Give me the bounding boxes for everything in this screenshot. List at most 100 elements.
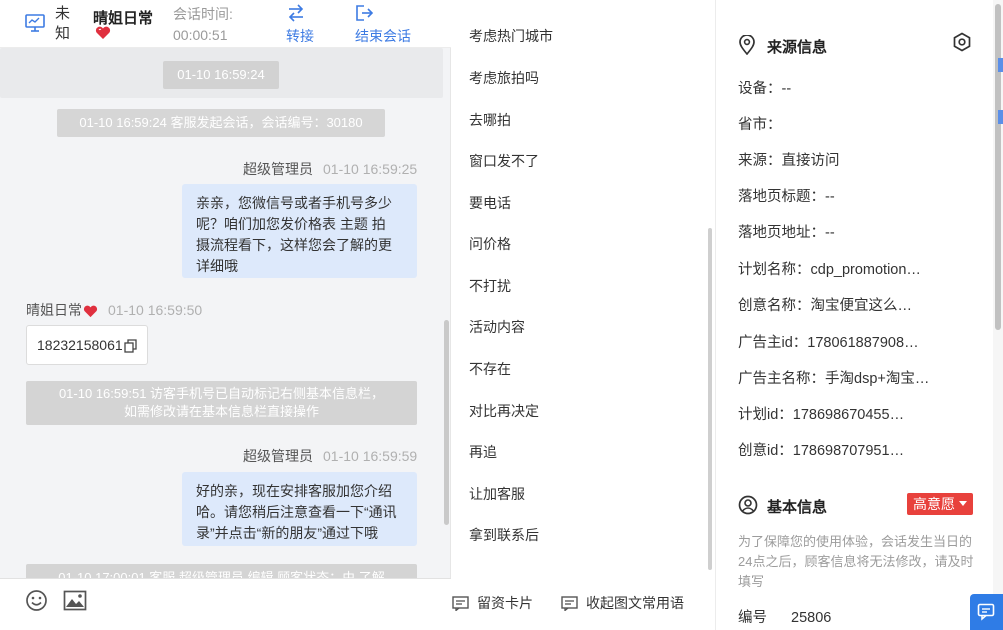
message-time: 01-10 16:59:50 xyxy=(108,302,203,318)
visitor-message-bubble[interactable]: 18232158061 xyxy=(26,325,148,365)
transfer-icon xyxy=(288,4,304,22)
visitor-info-panel: 来源信息 设备：-- 省市： 来源：直接访问 落地页标题：-- 落地页地址：--… xyxy=(715,0,993,630)
basic-info-label: 基本信息 xyxy=(767,499,828,516)
chat-bubble-icon xyxy=(977,603,995,621)
user-icon xyxy=(738,495,758,515)
message-meta: 超级管理员 01-10 16:59:59 xyxy=(243,446,417,466)
quick-reply-item[interactable]: 不打扰 xyxy=(469,276,511,296)
location-pin-icon xyxy=(739,35,755,55)
quick-reply-item[interactable]: 窗口发不了 xyxy=(469,151,539,171)
settings-icon[interactable] xyxy=(952,32,972,52)
info-row-creative-name: 创意名称：淘宝便宜这么多啊 xyxy=(738,298,920,314)
message-meta: 晴姐日常 01-10 16:59:50 xyxy=(26,300,202,320)
collapse-phrases-label: 收起图文常用语 xyxy=(586,595,684,611)
transfer-label: 转接 xyxy=(286,28,314,44)
visitor-id-label: 编号 xyxy=(738,610,767,626)
message-line: 呢？咱们加您发价格表 主题 拍 xyxy=(196,216,386,232)
collapse-phrases-button[interactable]: 收起图文常用语 xyxy=(561,593,684,613)
message-icon xyxy=(561,596,578,612)
info-row-source: 来源：直接访问 xyxy=(738,153,840,169)
visitor-name: 晴姐日常 xyxy=(93,10,154,27)
info-row-landing-title: 落地页标题：-- xyxy=(738,189,835,205)
info-row-advertiser-name: 广告主名称：手淘dsp+淘宝特价 xyxy=(738,371,940,387)
quick-reply-footer: 留资卡片 收起图文常用语 xyxy=(452,578,714,630)
quick-reply-item[interactable]: 不存在 xyxy=(469,359,511,379)
sender-name: 超级管理员 xyxy=(243,448,313,464)
quick-reply-item[interactable]: 考虑热门城市 xyxy=(469,26,553,46)
visitor-id-row: 编号 25806 xyxy=(738,606,831,627)
device-label: 未知 xyxy=(55,5,71,42)
time-pill: 01-10 16:59:24 xyxy=(163,61,279,89)
info-row-plan-id: 计划id：1786986704550000 xyxy=(738,407,908,423)
message-time: 01-10 16:59:25 xyxy=(323,161,418,177)
card-icon xyxy=(452,596,469,612)
system-message-session-start: 01-10 16:59:24 客服发起会话，会话编号：30180 xyxy=(57,109,385,137)
message-line: 亲亲，您微信号或者手机号多少 xyxy=(196,195,392,211)
agent-message-bubble: 亲亲，您微信号或者手机号多少 呢？咱们加您发价格表 主题 拍 摄流程看下，这样您… xyxy=(182,184,417,278)
quick-reply-item[interactable]: 再追 xyxy=(469,442,497,462)
basic-info-title: 基本信息 xyxy=(738,495,858,516)
phone-number: 18232158061 xyxy=(37,337,123,353)
system-message-line: 如需修改请在基本信息栏直接操作 xyxy=(123,404,319,419)
sender-name: 超级管理员 xyxy=(243,161,313,177)
message-time: 01-10 16:59:59 xyxy=(323,448,418,464)
info-row-plan-name: 计划名称：cdp_promotion_plan xyxy=(738,262,922,278)
end-session-label: 结束会话 xyxy=(355,28,411,44)
chat-scrollbar[interactable] xyxy=(444,320,449,525)
heart-icon xyxy=(83,305,98,317)
quick-reply-item[interactable]: 去哪拍 xyxy=(469,110,511,130)
info-row-advertiser-id: 广告主id：1780618879080000 xyxy=(738,335,924,351)
emoji-icon[interactable] xyxy=(25,589,48,612)
message-line: 录”并点击“新的朋友”通过下哦 xyxy=(196,525,378,541)
heart-icon xyxy=(95,26,111,39)
agent-message-bubble: 好的亲，现在安排客服加您介绍 哈。请您稍后注意查看一下“通讯 录”并点击“新的朋… xyxy=(182,472,417,546)
info-row-landing-url: 落地页地址：-- xyxy=(738,225,835,241)
session-time-label: 会话时间: xyxy=(173,6,233,22)
monitor-icon xyxy=(25,14,45,32)
quick-reply-item[interactable]: 对比再决定 xyxy=(469,401,539,421)
info-row-province: 省市： xyxy=(738,117,782,133)
quick-reply-item[interactable]: 问价格 xyxy=(469,234,511,254)
info-row-device: 设备：-- xyxy=(738,81,792,97)
chat-header: 未知 晴姐日常 会话时间: 00:00:51 转接 结束会话 xyxy=(0,0,451,48)
chat-toolbar xyxy=(0,578,451,630)
quick-reply-item[interactable]: 拿到联系后 xyxy=(469,525,539,545)
source-info-title: 来源信息 xyxy=(738,35,858,56)
logout-icon xyxy=(356,5,374,21)
transfer-button[interactable]: 转接 xyxy=(286,2,326,46)
system-message-phone-tagged: 01-10 16:59:51 访客手机号已自动标记右侧基本信息栏， 如需修改请在… xyxy=(26,381,417,425)
lead-card-button[interactable]: 留资卡片 xyxy=(452,593,533,613)
quick-reply-item[interactable]: 考虑旅拍吗 xyxy=(469,68,539,88)
message-line: 摄流程看下，这样您会了解的更 xyxy=(196,237,392,253)
sender-name: 晴姐日常 xyxy=(26,302,82,318)
image-icon[interactable] xyxy=(63,590,87,611)
system-message-status-edit: 01-10 17:00:01 客服 超级管理员 编辑 顾客状态：由 了解 xyxy=(26,564,417,578)
quick-reply-item[interactable]: 要电话 xyxy=(469,193,511,213)
session-time-value: 00:00:51 xyxy=(173,27,228,43)
edit-notice: 为了保障您的使用体验，会话发生当日的24点之后，顾客信息将无法修改，请及时填写 xyxy=(738,534,974,589)
intent-level-label: 高意愿 xyxy=(913,496,955,512)
end-session-button[interactable]: 结束会话 xyxy=(355,2,425,46)
page-scrollbar-thumb[interactable] xyxy=(995,4,1001,330)
quick-reply-scrollbar[interactable] xyxy=(708,228,712,570)
quick-reply-item[interactable]: 让加客服 xyxy=(469,484,525,504)
intent-level-dropdown[interactable]: 高意愿 xyxy=(907,493,973,515)
quick-reply-item[interactable]: 活动内容 xyxy=(469,317,525,337)
chat-float-button[interactable] xyxy=(970,594,1003,630)
lead-card-label: 留资卡片 xyxy=(477,595,533,611)
message-line: 好的亲，现在安排客服加您介绍 xyxy=(196,483,392,499)
message-line: 详细哦 xyxy=(196,258,238,274)
visitor-id-value: 25806 xyxy=(791,610,832,626)
time-banner: 01-10 16:59:24 xyxy=(0,48,443,98)
system-message-line: 01-10 16:59:51 访客手机号已自动标记右侧基本信息栏， xyxy=(58,386,385,401)
copy-icon[interactable] xyxy=(124,339,137,353)
message-list[interactable]: 01-10 16:59:24 01-10 16:59:24 客服发起会话，会话编… xyxy=(0,48,451,578)
quick-reply-panel: 考虑热门城市 考虑旅拍吗 去哪拍 窗口发不了 要电话 问价格 不打扰 活动内容 … xyxy=(452,0,714,630)
message-meta: 超级管理员 01-10 16:59:25 xyxy=(243,159,417,179)
edge-indicator xyxy=(998,58,1003,72)
chat-panel: 未知 晴姐日常 会话时间: 00:00:51 转接 结束会话 01-10 16:… xyxy=(0,0,451,630)
message-line: 哈。请您稍后注意查看一下“通讯 xyxy=(196,504,397,520)
edge-indicator xyxy=(998,110,1003,124)
source-info-label: 来源信息 xyxy=(767,39,828,56)
caret-down-icon xyxy=(959,501,967,506)
